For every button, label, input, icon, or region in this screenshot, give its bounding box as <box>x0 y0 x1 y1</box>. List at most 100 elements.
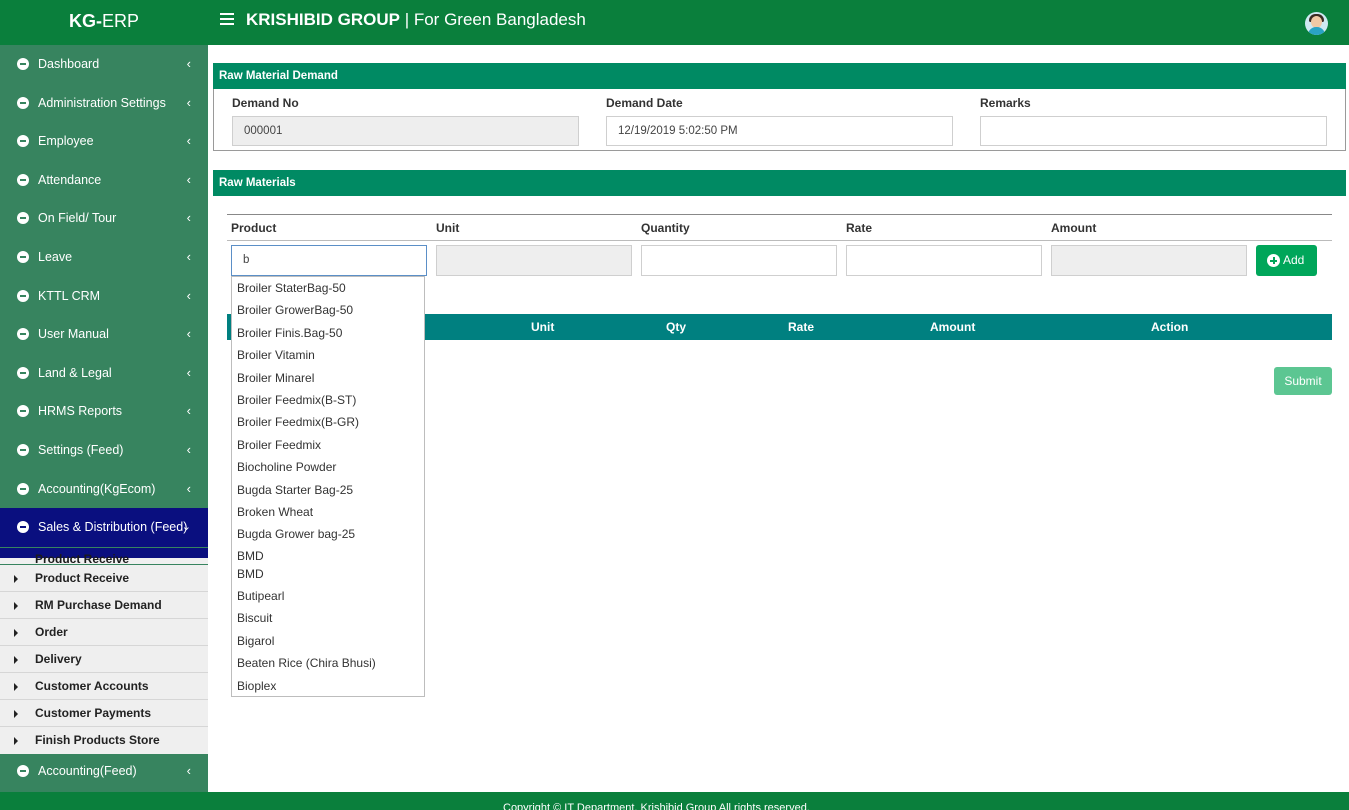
minus-circle-icon <box>17 96 29 109</box>
quantity-field[interactable] <box>641 245 837 276</box>
submenu-item-delivery[interactable]: Delivery <box>0 646 208 673</box>
quantity-label: Quantity <box>641 221 690 235</box>
sidebar-item-settings-feed[interactable]: Settings (Feed) ‹ <box>0 431 208 469</box>
sidebar-item-kttl-crm[interactable]: KTTL CRM ‹ <box>0 277 208 315</box>
add-button[interactable]: Add <box>1256 245 1317 276</box>
menu-toggle-icon[interactable] <box>220 13 234 27</box>
column-header-qty: Qty <box>666 320 687 334</box>
caret-right-icon <box>14 683 18 691</box>
sidebar-item-hrms-reports[interactable]: HRMS Reports ‹ <box>0 392 208 430</box>
autocomplete-option[interactable]: BMD <box>232 546 424 563</box>
chevron-left-icon: ‹ <box>186 326 191 342</box>
minus-circle-icon <box>17 765 29 777</box>
product-label: Product <box>231 221 277 235</box>
sidebar-item-leave[interactable]: Leave ‹ <box>0 238 208 276</box>
autocomplete-option[interactable]: Biscuit <box>232 607 424 629</box>
amount-field <box>1051 245 1247 276</box>
demand-no-label: Demand No <box>232 96 299 110</box>
autocomplete-option[interactable]: Broiler Feedmix <box>232 434 424 456</box>
chevron-left-icon: ‹ <box>186 56 191 71</box>
column-header-action: Action <box>1151 320 1189 334</box>
sidebar-item-on-field-tour[interactable]: On Field/ Tour ‹ <box>0 199 208 237</box>
rate-field[interactable] <box>846 245 1042 276</box>
sidebar-item-attendance[interactable]: Attendance ‹ <box>0 161 208 199</box>
autocomplete-option[interactable]: Broiler Finis.Bag-50 <box>232 322 424 344</box>
chevron-left-icon: ‹ <box>186 763 191 778</box>
demand-date-label: Demand Date <box>606 96 683 110</box>
caret-right-icon <box>14 737 18 745</box>
submenu-item-rm-purchase-demand[interactable]: RM Purchase Demand <box>0 592 208 619</box>
minus-circle-icon <box>17 405 29 418</box>
submenu-item-order[interactable]: Order <box>0 619 208 646</box>
divider <box>227 240 1332 241</box>
chevron-left-icon: ‹ <box>186 94 191 110</box>
autocomplete-option[interactable]: Biocholine Powder <box>232 456 424 478</box>
footer: Copyright © IT Department, Krishibid Gro… <box>0 792 1349 810</box>
remarks-label: Remarks <box>980 96 1031 110</box>
sidebar-item-employee[interactable]: Employee ‹ <box>0 122 208 160</box>
autocomplete-option[interactable]: Butipearl <box>232 585 424 607</box>
chevron-left-icon: ‹ <box>186 133 191 149</box>
minus-circle-icon <box>17 58 29 70</box>
caret-right-icon <box>14 629 18 637</box>
user-avatar[interactable] <box>1305 12 1328 35</box>
chevron-down-icon: ⌄ <box>181 521 191 534</box>
autocomplete-option[interactable]: BMD <box>232 563 424 585</box>
chevron-left-icon: ‹ <box>186 403 191 419</box>
autocomplete-option[interactable]: Broiler StaterBag-50 <box>232 277 424 299</box>
chevron-left-icon: ‹ <box>186 442 191 457</box>
column-header-unit: Unit <box>531 320 555 334</box>
autocomplete-option[interactable]: Beaten Rice (Chira Bhusi) <box>232 652 424 674</box>
sidebar-item-accounting-feed[interactable]: Accounting(Feed) ‹ <box>0 752 208 790</box>
chevron-left-icon: ‹ <box>186 364 191 380</box>
autocomplete-option[interactable]: Broiler Minarel <box>232 367 424 389</box>
top-navbar: KG-ERP KRISHIBID GROUP | For Green Bangl… <box>0 0 1349 45</box>
autocomplete-option[interactable]: Broiler Feedmix(B-GR) <box>232 411 424 433</box>
minus-circle-icon <box>17 366 29 379</box>
copyright-text: Copyright © IT Department, Krishibid Gro… <box>503 802 810 810</box>
submenu-item-finish-products-store[interactable]: Finish Products Store <box>0 727 208 754</box>
minus-circle-icon <box>17 444 29 456</box>
remarks-field[interactable] <box>980 116 1327 146</box>
unit-label: Unit <box>436 221 460 235</box>
sidebar-item-user-manual[interactable]: User Manual ‹ <box>0 315 208 353</box>
demand-date-field[interactable]: 12/19/2019 5:02:50 PM <box>606 116 953 146</box>
minus-circle-icon <box>17 289 29 302</box>
autocomplete-option[interactable]: Broken Wheat <box>232 501 424 523</box>
submenu-scrolled-item: Product Receive <box>0 548 208 564</box>
chevron-left-icon: ‹ <box>186 480 191 496</box>
submenu-item-customer-payments[interactable]: Customer Payments <box>0 700 208 727</box>
minus-circle-icon <box>17 135 29 148</box>
caret-right-icon <box>14 656 18 664</box>
sidebar: Dashboard ‹ Administration Settings ‹ Empl… <box>0 45 208 798</box>
submenu-item-product-receive[interactable]: Product Receive <box>0 565 208 592</box>
raw-material-demand-header: Raw Material Demand <box>213 63 1346 89</box>
sidebar-item-administration-settings[interactable]: Administration Settings ‹ <box>0 84 208 122</box>
rate-label: Rate <box>846 221 873 235</box>
column-header-rate: Rate <box>788 320 815 334</box>
chevron-left-icon: ‹ <box>186 171 191 187</box>
minus-circle-icon <box>17 173 29 186</box>
sidebar-item-dashboard[interactable]: Dashboard ‹ <box>0 45 208 83</box>
autocomplete-option[interactable]: Bioplex <box>232 675 424 696</box>
sales-submenu: Product Receive RM Purchase Demand Order… <box>0 565 208 754</box>
autocomplete-option[interactable]: Broiler GrowerBag-50 <box>232 299 424 321</box>
minus-circle-icon <box>17 482 29 495</box>
caret-right-icon <box>14 710 18 718</box>
chevron-left-icon: ‹ <box>186 210 191 226</box>
sidebar-item-land-legal[interactable]: Land & Legal ‹ <box>0 354 208 392</box>
autocomplete-option[interactable]: Bigarol <box>232 630 424 652</box>
submenu-item-customer-accounts[interactable]: Customer Accounts <box>0 673 208 700</box>
autocomplete-option[interactable]: Broiler Vitamin <box>232 344 424 366</box>
plus-circle-icon <box>1267 254 1280 267</box>
app-logo[interactable]: KG-ERP <box>0 0 208 45</box>
autocomplete-option[interactable]: Bugda Grower bag-25 <box>232 523 424 545</box>
product-search-input[interactable]: b <box>231 245 427 276</box>
product-autocomplete-list: Broiler StaterBag-50 Broiler GrowerBag-5… <box>231 276 425 697</box>
unit-field <box>436 245 632 276</box>
sidebar-item-sales-distribution-feed[interactable]: Sales & Distribution (Feed) ⌄ <box>0 508 208 548</box>
submit-button[interactable]: Submit <box>1274 367 1332 395</box>
sidebar-item-accounting-kgecom[interactable]: Accounting(KgEcom) ‹ <box>0 470 208 508</box>
autocomplete-option[interactable]: Bugda Starter Bag-25 <box>232 479 424 501</box>
autocomplete-option[interactable]: Broiler Feedmix(B-ST) <box>232 389 424 411</box>
